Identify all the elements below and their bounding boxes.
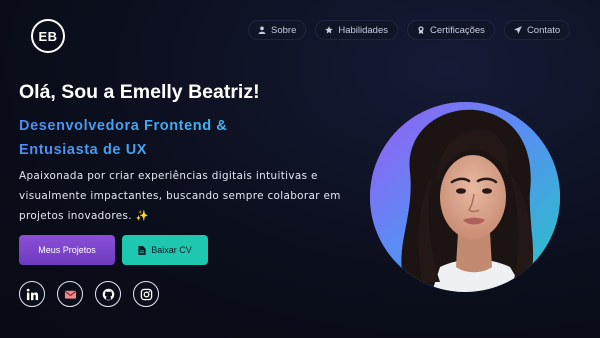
top-nav: Sobre Habilidades Certificações Contato xyxy=(248,20,571,40)
instagram-link[interactable] xyxy=(133,281,159,307)
nav-label: Certificações xyxy=(430,24,485,36)
profile-portrait xyxy=(370,102,560,292)
download-cv-button[interactable]: Baixar CV xyxy=(122,235,208,265)
linkedin-link[interactable] xyxy=(19,281,45,307)
nav-item-contato[interactable]: Contato xyxy=(503,20,571,40)
nav-item-sobre[interactable]: Sobre xyxy=(248,20,307,40)
send-icon xyxy=(514,26,522,34)
nav-label: Habilidades xyxy=(338,24,389,36)
linkedin-icon xyxy=(26,288,38,300)
award-icon xyxy=(418,26,424,34)
mail-icon xyxy=(64,290,76,299)
nav-item-certificacoes[interactable]: Certificações xyxy=(407,20,495,40)
hero-subtitle: Desenvolvedora Frontend & Entusiasta de … xyxy=(19,114,279,162)
projects-button-label: Meus Projetos xyxy=(38,245,96,255)
hero-title: Olá, Sou a Emelly Beatriz! xyxy=(19,81,260,103)
nav-label: Contato xyxy=(526,24,561,36)
github-link[interactable] xyxy=(95,281,121,307)
projects-button[interactable]: Meus Projetos xyxy=(19,235,115,265)
profile-photo xyxy=(370,102,560,292)
nav-item-habilidades[interactable]: Habilidades xyxy=(315,20,399,40)
github-icon xyxy=(102,288,114,300)
star-icon xyxy=(325,26,334,34)
nav-label: Sobre xyxy=(271,24,297,36)
social-links xyxy=(19,281,159,307)
instagram-icon xyxy=(140,288,152,300)
logo-initials: EB xyxy=(38,28,58,44)
logo[interactable]: EB xyxy=(31,19,65,53)
email-link[interactable] xyxy=(57,281,83,307)
user-icon xyxy=(258,26,266,34)
file-icon xyxy=(138,245,146,255)
hero-description: Apaixonada por criar experiências digita… xyxy=(19,170,341,222)
download-cv-label: Baixar CV xyxy=(151,245,192,255)
